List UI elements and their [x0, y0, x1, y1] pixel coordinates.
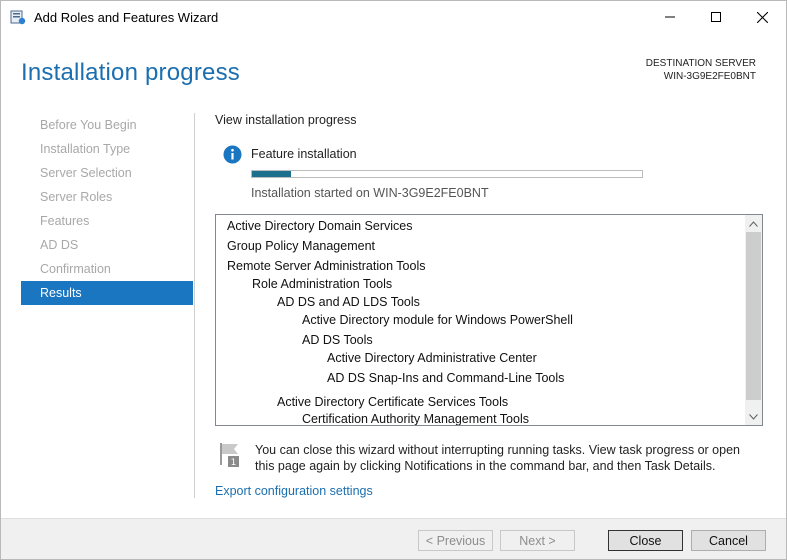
wizard-footer: < Previous Next > Close Cancel — [1, 518, 786, 559]
close-button[interactable]: Close — [608, 530, 683, 551]
info-icon — [223, 145, 242, 164]
chevron-down-icon — [749, 413, 758, 420]
svg-text:1: 1 — [231, 458, 237, 467]
minimize-icon — [665, 16, 675, 18]
flag-notification-icon: 1 — [219, 443, 241, 468]
close-window-button[interactable] — [739, 1, 785, 33]
features-list[interactable]: Active Directory Domain Services Group P… — [215, 214, 763, 426]
nav-item-server-roles[interactable]: Server Roles — [21, 185, 193, 209]
list-item: AD DS Snap-Ins and Command-Line Tools — [327, 371, 565, 385]
destination-server-value: WIN-3G9E2FE0BNT — [663, 71, 756, 82]
next-button[interactable]: Next > — [500, 530, 575, 551]
nav-item-server-selection[interactable]: Server Selection — [21, 161, 193, 185]
list-item: Role Administration Tools — [252, 277, 393, 291]
cancel-button[interactable]: Cancel — [691, 530, 766, 551]
nav-item-ad-ds[interactable]: AD DS — [21, 233, 193, 257]
nav-item-results[interactable]: Results — [21, 281, 193, 305]
vertical-scrollbar[interactable] — [745, 215, 762, 425]
minimize-button[interactable] — [647, 1, 693, 33]
list-item: Active Directory Domain Services — [227, 219, 413, 233]
previous-button[interactable]: < Previous — [418, 530, 493, 551]
list-item: Active Directory module for Windows Powe… — [302, 313, 573, 327]
maximize-button[interactable] — [693, 1, 739, 33]
scroll-thumb[interactable] — [746, 232, 761, 400]
nav-divider — [194, 113, 195, 498]
close-wizard-note: You can close this wizard without interr… — [255, 443, 740, 473]
installation-progress-bar — [251, 170, 643, 178]
nav-item-installation-type[interactable]: Installation Type — [21, 137, 193, 161]
wizard-window: Add Roles and Features Wizard Installati… — [0, 0, 787, 560]
nav-item-features[interactable]: Features — [21, 209, 193, 233]
list-item: Certification Authority Management Tools — [302, 412, 529, 426]
destination-server-label: DESTINATION SERVER — [645, 58, 756, 69]
page-title: Installation progress — [21, 59, 240, 86]
nav-item-confirmation[interactable]: Confirmation — [21, 257, 193, 281]
scroll-down-button[interactable] — [745, 408, 762, 425]
close-icon — [756, 11, 768, 23]
export-configuration-link[interactable]: Export configuration settings — [215, 484, 373, 498]
wizard-header: Installation progress DESTINATION SERVER… — [1, 33, 786, 108]
installation-started-text: Installation started on WIN-3G9E2FE0BNT — [251, 186, 489, 200]
feature-installation-label: Feature installation — [251, 147, 357, 161]
wizard-nav: Before You Begin Installation Type Serve… — [21, 113, 193, 305]
progress-fill — [252, 171, 291, 177]
list-item: Active Directory Certificate Services To… — [277, 395, 509, 409]
list-item: AD DS and AD LDS Tools — [277, 295, 420, 309]
title-bar[interactable]: Add Roles and Features Wizard — [1, 1, 786, 33]
list-item: Remote Server Administration Tools — [227, 259, 426, 273]
list-item: Active Directory Administrative Center — [327, 351, 537, 365]
scroll-up-button[interactable] — [745, 215, 762, 232]
list-item: AD DS Tools — [302, 333, 373, 347]
server-manager-icon — [10, 9, 26, 25]
chevron-up-icon — [749, 220, 758, 227]
section-label: View installation progress — [215, 113, 357, 127]
window-title: Add Roles and Features Wizard — [34, 10, 219, 25]
nav-item-before-you-begin[interactable]: Before You Begin — [21, 113, 193, 137]
list-item: Group Policy Management — [227, 239, 375, 253]
maximize-icon — [711, 12, 721, 22]
